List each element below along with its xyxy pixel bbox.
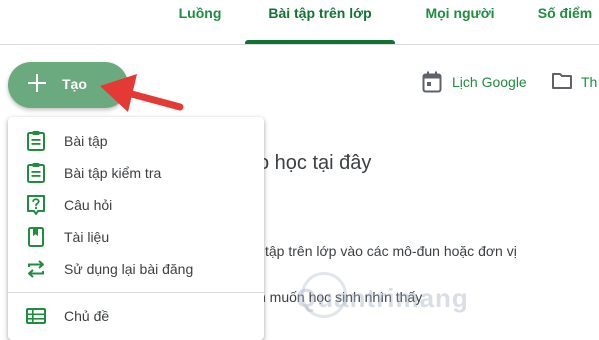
menu-item-material[interactable]: Tài liệu — [8, 221, 264, 253]
menu-item-question[interactable]: Câu hỏi — [8, 189, 264, 221]
folder-icon — [552, 73, 572, 89]
topic-icon — [26, 308, 46, 324]
menu-item-assignment[interactable]: Bài tập — [8, 125, 264, 157]
menu-item-label: Bài tập kiểm tra — [64, 165, 162, 181]
class-tab-bar: Luồng Bài tập trên lớp Mọi người Số điểm — [0, 0, 599, 45]
create-button[interactable]: Tạo — [8, 62, 128, 108]
menu-item-reuse-post[interactable]: Sử dụng lại bài đăng — [8, 253, 264, 285]
tab-classwork-label: Bài tập trên lớp — [268, 5, 372, 21]
tab-people-label: Mọi người — [425, 5, 495, 21]
create-button-label: Tạo — [62, 76, 87, 92]
question-icon — [27, 195, 45, 215]
plus-icon — [26, 72, 48, 94]
empty-state-line-1: i tập trên lớp vào các mô-đun hoặc đơn v… — [258, 243, 517, 259]
menu-divider — [8, 292, 264, 293]
menu-item-topic[interactable]: Chủ đề — [8, 300, 264, 332]
google-calendar-label: Lịch Google — [452, 74, 527, 90]
menu-item-label: Câu hỏi — [64, 197, 113, 213]
create-menu: Bài tập Bài tập kiểm tra Câu hỏi Tài liệ… — [8, 117, 264, 340]
menu-item-quiz-assignment[interactable]: Bài tập kiểm tra — [8, 157, 264, 189]
watermark-text: Quantrimang — [296, 283, 469, 313]
menu-item-label: Chủ đề — [64, 308, 110, 324]
menu-item-label: Bài tập — [64, 133, 108, 149]
empty-state-heading: o học tại đây — [258, 152, 372, 174]
tab-stream-label: Luồng — [178, 5, 222, 21]
menu-item-label: Sử dụng lại bài đăng — [64, 261, 194, 277]
google-calendar-link[interactable]: Lịch Google — [422, 68, 542, 98]
calendar-icon — [422, 71, 442, 93]
material-icon — [28, 227, 44, 247]
quiz-assignment-icon — [27, 163, 45, 183]
tab-classwork[interactable]: Bài tập trên lớp — [245, 0, 395, 44]
tab-people[interactable]: Mọi người — [410, 0, 510, 44]
reuse-icon — [28, 260, 44, 278]
tab-grades-label: Số điểm — [537, 5, 593, 21]
active-tab-indicator — [245, 40, 395, 44]
assignment-icon — [27, 131, 45, 151]
tab-stream[interactable]: Luồng — [170, 0, 230, 44]
class-drive-folder-label: Th — [581, 74, 598, 90]
class-drive-folder-link[interactable]: Th — [551, 68, 599, 98]
menu-item-label: Tài liệu — [64, 229, 110, 245]
tab-grades[interactable]: Số điểm — [525, 0, 599, 44]
